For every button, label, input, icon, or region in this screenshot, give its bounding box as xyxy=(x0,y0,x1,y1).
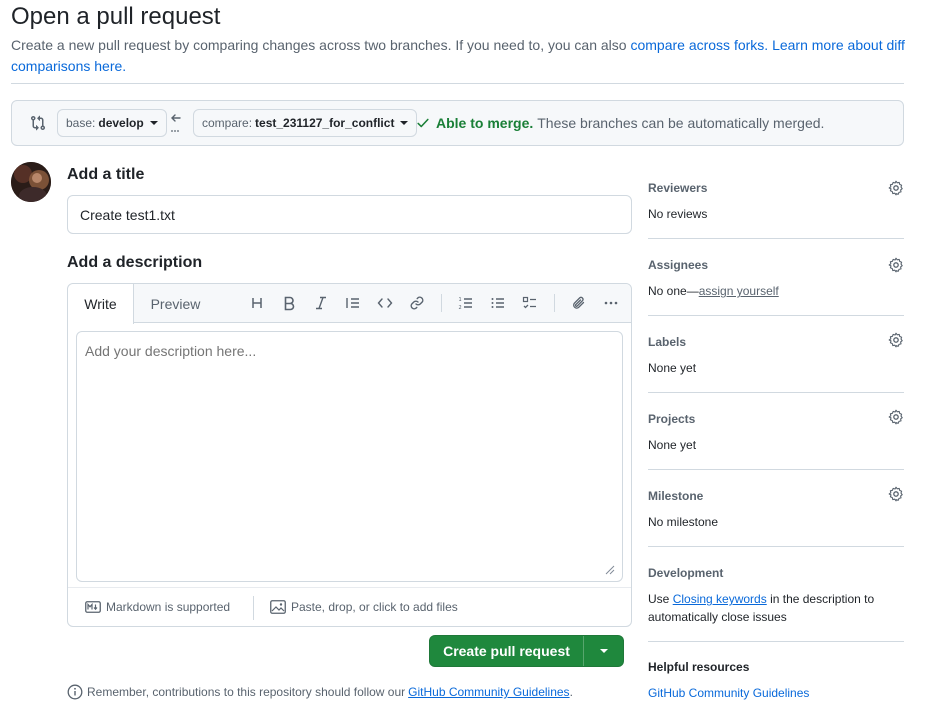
gear-icon[interactable] xyxy=(888,409,904,425)
svg-text:1: 1 xyxy=(459,297,462,303)
gear-icon[interactable] xyxy=(888,486,904,502)
compare-prefix: compare: xyxy=(202,116,253,130)
markdown-editor: Write Preview 12 Markdown is supported P… xyxy=(67,283,632,627)
milestone-value: No milestone xyxy=(648,515,719,529)
subtitle-text: Create a new pull request by comparing c… xyxy=(11,37,631,53)
assignees-value: No one—assign yourself xyxy=(648,284,779,298)
attach-note: Paste, drop, or click to add files xyxy=(291,600,458,614)
assignees-prefix: No one— xyxy=(648,284,699,298)
code-icon[interactable] xyxy=(376,294,394,312)
heading-icon[interactable] xyxy=(248,294,266,312)
gear-icon[interactable] xyxy=(888,180,904,196)
link-icon[interactable] xyxy=(408,294,426,312)
resize-handle-icon[interactable] xyxy=(605,565,615,575)
page-title: Open a pull request xyxy=(11,3,221,30)
labels-value: None yet xyxy=(648,361,697,375)
git-compare-icon xyxy=(31,115,46,131)
development-text: Use Closing keywords in the description … xyxy=(648,590,904,626)
compare-branch-select[interactable]: compare: test_231127_for_conflict xyxy=(193,109,418,137)
markdown-note: Markdown is supported xyxy=(106,600,231,614)
sidebar-projects-title[interactable]: Projects xyxy=(648,412,695,426)
remember-end: . xyxy=(569,685,573,699)
assign-yourself-link[interactable]: assign yourself xyxy=(699,284,779,298)
avatar-image xyxy=(11,162,51,202)
more-options-icon[interactable] xyxy=(602,294,620,312)
sidebar-divider xyxy=(648,641,904,642)
svg-text:2: 2 xyxy=(459,305,462,311)
remember-text: Remember, contributions to this reposito… xyxy=(87,685,406,699)
check-icon xyxy=(417,118,429,128)
merge-status-label: Able to merge. xyxy=(436,115,534,131)
compare-forks-link[interactable]: compare across forks. xyxy=(630,37,768,53)
task-list-icon[interactable] xyxy=(521,294,539,312)
image-icon xyxy=(270,600,286,614)
reviewers-value: No reviews xyxy=(648,207,708,221)
toolbar-divider xyxy=(554,294,555,312)
sidebar-labels-title[interactable]: Labels xyxy=(648,335,686,349)
info-icon xyxy=(67,684,83,700)
tab-write[interactable]: Write xyxy=(68,284,134,324)
sidebar-reviewers-title[interactable]: Reviewers xyxy=(648,181,707,195)
gear-icon[interactable] xyxy=(888,257,904,273)
markdown-supported[interactable]: Markdown is supported xyxy=(85,600,230,614)
closing-keywords-link[interactable]: Closing keywords xyxy=(673,592,767,606)
sidebar-divider xyxy=(648,238,904,239)
compare-branch-name: test_231127_for_conflict xyxy=(255,116,395,130)
sidebar-divider xyxy=(648,315,904,316)
projects-value: None yet xyxy=(648,438,697,452)
helpful-resources-title: Helpful resources xyxy=(648,660,750,674)
attach-icon[interactable] xyxy=(570,294,588,312)
italic-icon[interactable] xyxy=(312,294,330,312)
title-input[interactable] xyxy=(67,195,632,234)
chevron-down-icon xyxy=(149,121,158,125)
footer-divider xyxy=(253,596,254,620)
base-branch-select[interactable]: base: develop xyxy=(57,109,167,137)
create-options-dropdown[interactable] xyxy=(584,636,623,666)
page-subtitle: Create a new pull request by comparing c… xyxy=(11,35,911,77)
merge-status: Able to merge. These branches can be aut… xyxy=(416,115,824,131)
merge-status-message: These branches can be automatically merg… xyxy=(537,115,825,131)
markdown-icon xyxy=(85,601,101,613)
contribution-note: Remember, contributions to this reposito… xyxy=(67,684,573,700)
sidebar-development-title: Development xyxy=(648,566,724,580)
base-prefix: base: xyxy=(66,116,96,130)
toolbar-divider xyxy=(441,294,442,312)
create-pull-request-label[interactable]: Create pull request xyxy=(430,636,584,666)
arrow-left-icon xyxy=(171,114,181,132)
gear-icon[interactable] xyxy=(888,332,904,348)
sidebar-assignees-title[interactable]: Assignees xyxy=(648,258,708,272)
avatar[interactable] xyxy=(11,162,51,202)
editor-footer: Markdown is supported Paste, drop, or cl… xyxy=(68,587,631,626)
community-guidelines-link[interactable]: GitHub Community Guidelines xyxy=(408,685,569,699)
sidebar-divider xyxy=(648,392,904,393)
base-branch-name: develop xyxy=(98,116,144,130)
sidebar-divider xyxy=(648,469,904,470)
quote-icon[interactable] xyxy=(344,294,362,312)
tab-preview[interactable]: Preview xyxy=(138,284,213,323)
branch-compare-bar: base: develop compare: test_231127_for_con… xyxy=(11,100,904,146)
bold-icon[interactable] xyxy=(280,294,298,312)
sidebar-divider xyxy=(648,546,904,547)
ordered-list-icon[interactable]: 12 xyxy=(457,294,475,312)
header-divider xyxy=(11,83,904,84)
development-prefix: Use xyxy=(648,592,673,606)
helpful-guidelines-link[interactable]: GitHub Community Guidelines xyxy=(648,686,809,700)
description-label: Add a description xyxy=(67,254,203,271)
create-pull-request-button[interactable]: Create pull request xyxy=(429,635,624,667)
chevron-down-icon xyxy=(400,121,409,125)
sidebar-milestone-title[interactable]: Milestone xyxy=(648,489,703,503)
chevron-down-icon xyxy=(599,649,608,653)
description-textarea[interactable] xyxy=(76,331,623,582)
attach-files-button[interactable]: Paste, drop, or click to add files xyxy=(270,600,458,614)
title-label: Add a title xyxy=(67,166,145,183)
unordered-list-icon[interactable] xyxy=(489,294,507,312)
